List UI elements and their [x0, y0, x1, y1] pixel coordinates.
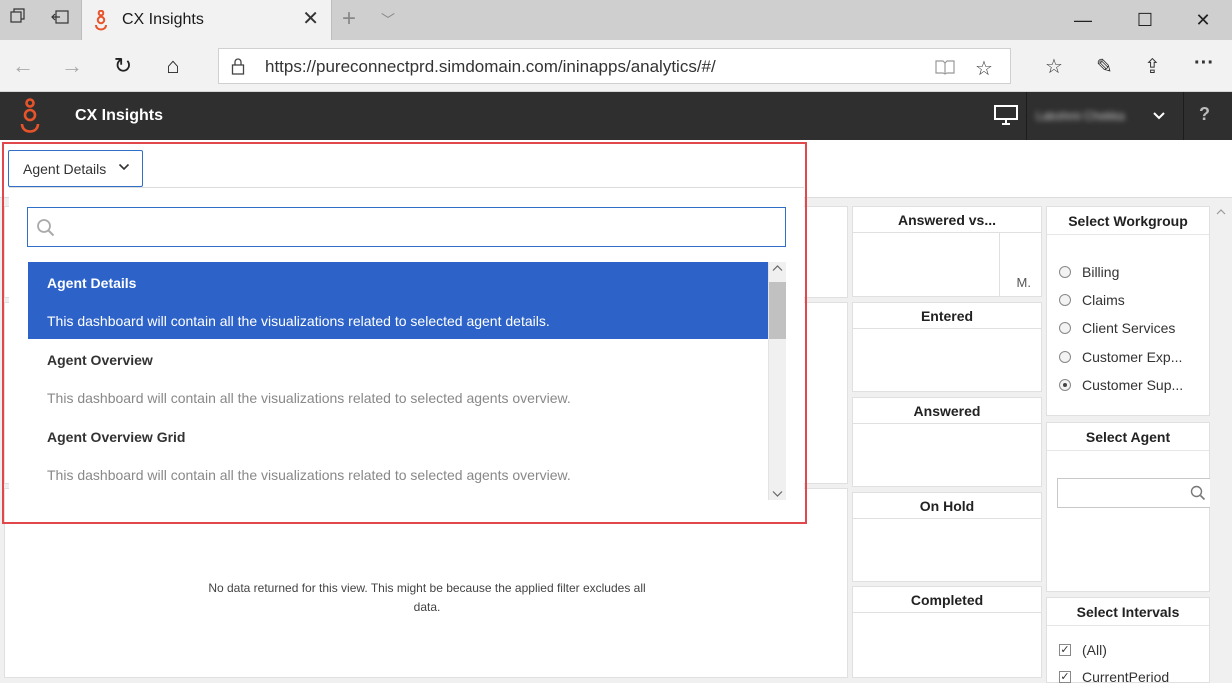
answered-panel: Answered: [852, 397, 1042, 487]
tab-list-chevron-icon[interactable]: ﹀: [381, 10, 395, 30]
maximize-icon[interactable]: ☐: [1122, 0, 1168, 40]
radio-button[interactable]: [1059, 294, 1071, 306]
answered-vs-panel: Answered vs... M.: [852, 206, 1042, 297]
highlight-box: [2, 142, 807, 524]
workgroup-option-billing[interactable]: Billing: [1059, 262, 1119, 282]
tab-groups-icon[interactable]: [6, 8, 30, 32]
header-divider: [1026, 92, 1027, 140]
filter-title: Select Agent: [1047, 423, 1209, 451]
panel-title: Answered: [853, 398, 1041, 424]
on-hold-panel: On Hold: [852, 492, 1042, 582]
interval-option-currentperiod[interactable]: ✓ CurrentPeriod: [1059, 667, 1169, 683]
url-text: https://pureconnectprd.simdomain.com/ini…: [265, 57, 716, 76]
radio-button[interactable]: [1059, 351, 1071, 363]
filter-title: Select Workgroup: [1047, 207, 1209, 235]
workgroup-option-claims[interactable]: Claims: [1059, 290, 1125, 310]
monitor-icon[interactable]: [994, 105, 1018, 125]
metric-label: M.: [1016, 275, 1031, 290]
filter-title: Select Intervals: [1047, 598, 1209, 626]
tab-cx-insights[interactable]: CX Insights ✕: [81, 0, 332, 40]
panel-divider: [999, 233, 1000, 296]
browser-nav-bar: ← → ↻ ⌂ https://pureconnectprd.simdomain…: [0, 40, 1232, 92]
workgroup-option-customer-exp[interactable]: Customer Exp...: [1059, 347, 1182, 367]
genesys-logo-icon: [95, 10, 107, 31]
workgroup-filter: Select Workgroup Billing Claims Client S…: [1046, 206, 1210, 416]
lock-icon: [231, 58, 245, 75]
header-divider: [1183, 92, 1184, 140]
help-icon[interactable]: ?: [1199, 104, 1210, 125]
radio-button-selected[interactable]: [1059, 379, 1071, 391]
set-tabs-aside-icon[interactable]: [48, 8, 72, 32]
user-name[interactable]: Lakshmi Chekka: [1036, 109, 1125, 123]
favorites-list-icon[interactable]: ☆: [1045, 54, 1063, 79]
share-icon[interactable]: ⇪: [1144, 54, 1161, 79]
completed-panel: Completed: [852, 586, 1042, 678]
radio-button[interactable]: [1059, 266, 1071, 278]
interval-option-all[interactable]: ✓ (All): [1059, 640, 1107, 660]
radio-button[interactable]: [1059, 322, 1071, 334]
entered-panel: Entered: [852, 302, 1042, 392]
minimize-icon[interactable]: —: [1060, 0, 1106, 40]
refresh-icon[interactable]: ↻: [108, 52, 138, 80]
page-scrollbar[interactable]: [1210, 206, 1232, 683]
panel-title: Entered: [853, 303, 1041, 329]
agent-search-input[interactable]: [1057, 478, 1213, 508]
workgroup-option-client-services[interactable]: Client Services: [1059, 318, 1175, 338]
panel-title: On Hold: [853, 493, 1041, 519]
search-icon: [1190, 485, 1206, 501]
intervals-filter: Select Intervals ✓ (All) ✓ CurrentPeriod: [1046, 597, 1210, 683]
address-bar[interactable]: https://pureconnectprd.simdomain.com/ini…: [218, 48, 1011, 84]
back-icon[interactable]: ←: [8, 52, 38, 80]
genesys-logo-icon[interactable]: [15, 98, 45, 136]
no-data-message: No data returned for this view. This mig…: [208, 581, 646, 614]
tab-title: CX Insights: [122, 11, 204, 28]
new-tab-icon[interactable]: +: [342, 6, 356, 32]
app-title: CX Insights: [75, 107, 164, 124]
checkbox-checked[interactable]: ✓: [1059, 671, 1071, 683]
agent-filter: Select Agent: [1046, 422, 1213, 592]
panel-title: Answered vs...: [853, 207, 1041, 233]
forward-icon[interactable]: →: [57, 52, 87, 80]
home-icon[interactable]: ⌂: [158, 52, 188, 80]
favorite-star-icon[interactable]: ☆: [975, 56, 993, 81]
window-close-icon[interactable]: ✕: [1180, 0, 1226, 40]
checkbox-checked[interactable]: ✓: [1059, 644, 1071, 656]
more-icon[interactable]: ···: [1194, 52, 1214, 75]
workgroup-option-customer-sup[interactable]: Customer Sup...: [1059, 375, 1183, 395]
panel-title: Completed: [853, 587, 1041, 613]
user-menu-chevron-icon[interactable]: [1153, 112, 1165, 120]
reading-view-icon[interactable]: [935, 59, 955, 75]
tab-close-icon[interactable]: ✕: [302, 8, 319, 30]
browser-tab-strip: CX Insights ✕ + ﹀ — ☐ ✕: [0, 0, 1232, 40]
app-header: CX Insights Lakshmi Chekka ?: [0, 92, 1232, 140]
scroll-up-icon[interactable]: [1216, 208, 1226, 216]
pen-icon[interactable]: ✎: [1096, 54, 1113, 79]
